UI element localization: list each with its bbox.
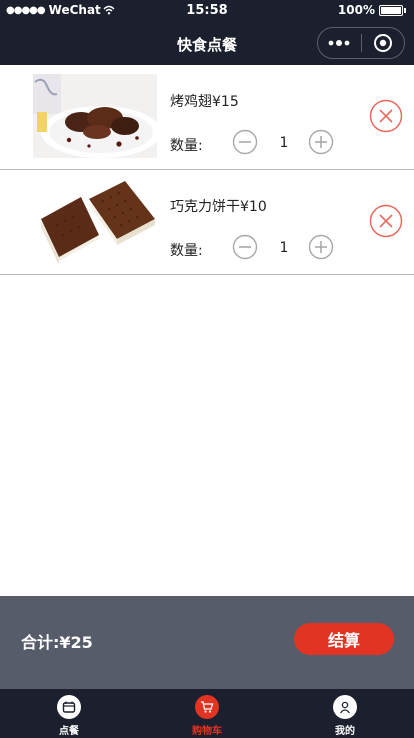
cart-summary-bar: 合计:¥25 结算	[0, 596, 414, 689]
total-amount: 合计:¥25	[21, 633, 93, 652]
profile-icon	[333, 695, 357, 719]
battery-icon	[379, 4, 403, 16]
remove-item-button[interactable]	[369, 99, 403, 133]
nav-bar: 快食点餐	[0, 22, 414, 65]
close-program-button[interactable]	[361, 28, 404, 58]
more-dots-icon	[328, 40, 350, 46]
increase-quantity-button[interactable]	[308, 129, 334, 155]
status-right: 100%	[338, 3, 406, 17]
target-close-icon	[373, 34, 392, 52]
item-title: 巧克力饼干¥10	[170, 196, 267, 216]
item-name: 烤鸡翅	[170, 94, 212, 110]
item-price: ¥15	[212, 94, 239, 110]
quantity-label: 数量:	[170, 243, 203, 259]
remove-item-button[interactable]	[369, 204, 403, 238]
decrease-quantity-button[interactable]	[232, 129, 258, 155]
cart-item: 巧克力饼干¥10 数量: 1	[0, 170, 414, 275]
quantity-label: 数量:	[170, 138, 203, 154]
battery-tip	[404, 7, 406, 13]
chocolate-ice-cream-sandwich-image	[33, 179, 157, 263]
item-name: 巧克力饼干	[170, 199, 240, 215]
increase-quantity-button[interactable]	[308, 234, 334, 260]
decrease-quantity-button[interactable]	[232, 234, 258, 260]
cart-item: 烤鸡翅¥15 数量: 1	[0, 65, 414, 170]
item-price: ¥10	[240, 199, 267, 215]
tab-label: 购物车	[192, 726, 222, 737]
mini-program-capsule	[317, 27, 405, 59]
grilled-chicken-wings-image	[33, 74, 157, 158]
quantity-value: 1	[279, 135, 289, 151]
tab-profile[interactable]: 我的	[276, 689, 414, 738]
status-bar: ●●●●● WeChat 15:58 100%	[0, 0, 414, 22]
tab-label: 我的	[335, 726, 355, 737]
battery-percent: 100%	[337, 3, 375, 17]
cart-icon	[195, 695, 219, 719]
item-title: 烤鸡翅¥15	[170, 91, 239, 111]
menu-icon	[57, 695, 81, 719]
tab-label: 点餐	[59, 726, 79, 737]
tab-order[interactable]: 点餐	[0, 689, 138, 738]
quantity-value: 1	[279, 240, 289, 256]
checkout-button[interactable]: 结算	[294, 623, 394, 655]
tab-bar: 点餐 购物车 我的	[0, 689, 414, 738]
tab-cart[interactable]: 购物车	[138, 689, 276, 738]
more-button[interactable]	[318, 28, 361, 58]
